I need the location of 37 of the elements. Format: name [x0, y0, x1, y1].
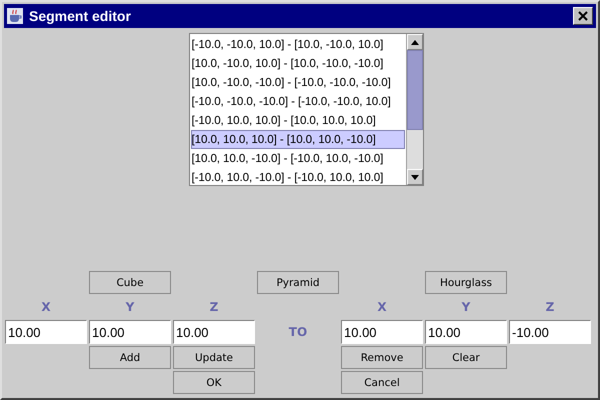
input-field[interactable]: 10.00 [5, 320, 87, 344]
dialog-button[interactable]: Add [89, 346, 171, 369]
cup-icon [7, 8, 23, 24]
window-title: Segment editor [29, 8, 132, 24]
list-item[interactable]: [10.0, -10.0, -10.0] - [-10.0, -10.0, -10.0] [190, 73, 404, 92]
list-item[interactable]: [-10.0, -10.0, 10.0] - [10.0, -10.0, 10.0] [190, 35, 404, 54]
dialog-button[interactable]: Cancel [341, 371, 423, 394]
list-item[interactable]: [-10.0, -10.0, -10.0] - [-10.0, -10.0, 10.0] [190, 92, 404, 111]
list-item[interactable]: [10.0, 10.0, 10.0] - [10.0, 10.0, -10.0] [190, 130, 404, 149]
axis-label: X [40, 300, 52, 314]
shape-button[interactable]: Hourglass [425, 271, 507, 294]
dialog-button[interactable]: OK [173, 371, 255, 394]
to-label: TO [288, 325, 308, 339]
list-item[interactable]: [-10.0, 10.0, -10.0] - [-10.0, 10.0, 10.0] [190, 168, 404, 185]
axis-label: Y [460, 300, 472, 314]
down-arrow-icon[interactable] [410, 174, 418, 180]
input-field[interactable]: 10.00 [89, 320, 171, 344]
input-field[interactable]: 10.00 [425, 320, 507, 344]
dialog-button[interactable]: Clear [425, 346, 507, 369]
shape-button[interactable]: Cube [89, 271, 171, 294]
list-item[interactable]: [10.0, 10.0, -10.0] - [-10.0, 10.0, -10.0] [190, 149, 404, 168]
close-button[interactable] [573, 7, 593, 25]
axis-label: Y [124, 300, 136, 314]
shape-button[interactable]: Pyramid [257, 271, 339, 294]
axis-label: Z [208, 300, 220, 314]
axis-label: Z [544, 300, 556, 314]
up-arrow-icon[interactable] [410, 40, 418, 44]
axis-label: X [376, 300, 388, 314]
dialog-button[interactable]: Update [173, 346, 255, 369]
list-item[interactable]: [-10.0, 10.0, 10.0] - [10.0, 10.0, 10.0] [190, 111, 404, 130]
close-icon [578, 11, 588, 21]
dialog-button[interactable]: Remove [341, 346, 423, 369]
input-field[interactable]: 10.00 [341, 320, 423, 344]
list-item[interactable]: [10.0, -10.0, 10.0] - [10.0, -10.0, -10.0] [190, 54, 404, 73]
scrollbar[interactable] [406, 34, 422, 185]
input-field[interactable]: 10.00 [173, 320, 255, 344]
input-field[interactable]: -10.00 [509, 320, 591, 344]
